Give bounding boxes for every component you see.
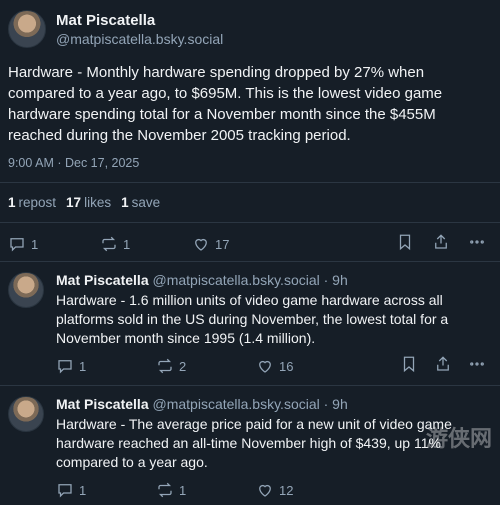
reply-button[interactable]: 1 <box>8 235 100 253</box>
reply-button[interactable]: 1 <box>56 481 156 499</box>
bookmark-button[interactable] <box>396 233 414 256</box>
more-icon <box>470 239 484 244</box>
reply-body: Mat Piscatella @matpiscatella.bsky.socia… <box>56 396 486 505</box>
reply-text: Hardware - The average price paid for a … <box>56 416 452 470</box>
share-button[interactable] <box>434 355 452 378</box>
repost-button[interactable]: 1 <box>100 235 192 253</box>
reply-actions: 1 1 12 <box>56 481 486 505</box>
reply-count: 1 <box>79 358 87 374</box>
saves-stat[interactable]: 1 save <box>121 195 160 210</box>
reply-icon <box>10 238 24 252</box>
reply-header: Mat Piscatella @matpiscatella.bsky.socia… <box>56 396 486 412</box>
repost-button[interactable]: 2 <box>156 357 256 375</box>
repost-icon <box>158 482 172 498</box>
repost-icon <box>102 236 116 252</box>
display-name[interactable]: Mat Piscatella <box>56 12 223 29</box>
repost-count: 2 <box>179 358 187 374</box>
reply-post[interactable]: Mat Piscatella @matpiscatella.bsky.socia… <box>0 262 500 381</box>
like-count: 12 <box>279 482 294 498</box>
repost-count: 1 <box>179 482 187 498</box>
reply-count: 1 <box>31 236 39 252</box>
display-name[interactable]: Mat Piscatella <box>56 272 149 288</box>
like-icon <box>259 360 271 373</box>
avatar[interactable] <box>8 10 46 48</box>
post-actions: 1 1 17 <box>8 223 486 261</box>
like-button[interactable]: 17 <box>192 235 284 253</box>
handle[interactable]: @matpiscatella.bsky.social <box>153 396 320 412</box>
reply-body: Mat Piscatella @matpiscatella.bsky.socia… <box>56 272 486 381</box>
like-button[interactable]: 12 <box>256 481 356 499</box>
timestamp[interactable]: · 9h <box>324 272 348 288</box>
like-icon <box>195 238 207 251</box>
handle[interactable]: @matpiscatella.bsky.social <box>56 31 223 47</box>
repost-icon <box>158 358 172 374</box>
bookmark-icon <box>403 356 415 372</box>
repost-button[interactable]: 1 <box>156 481 256 499</box>
avatar[interactable] <box>8 272 44 308</box>
likes-stat[interactable]: 17 likes <box>66 195 111 210</box>
reply-icon <box>58 484 72 498</box>
more-icon <box>470 361 484 366</box>
share-icon <box>435 233 447 249</box>
reply-icon <box>58 360 72 374</box>
reply-count: 1 <box>79 482 87 498</box>
watermark: 游侠网 <box>425 427 492 452</box>
author-names: Mat Piscatella @matpiscatella.bsky.socia… <box>56 12 223 47</box>
post-text: Hardware - Monthly hardware spending dro… <box>8 64 443 144</box>
reply-actions: 1 2 16 <box>56 355 486 381</box>
author-row: Mat Piscatella @matpiscatella.bsky.socia… <box>8 10 486 48</box>
share-icon <box>437 355 449 371</box>
reply-header: Mat Piscatella @matpiscatella.bsky.socia… <box>56 272 486 288</box>
reply-button[interactable]: 1 <box>56 357 156 375</box>
display-name[interactable]: Mat Piscatella <box>56 396 149 412</box>
like-button[interactable]: 16 <box>256 357 356 375</box>
more-button[interactable] <box>468 355 486 378</box>
reply-text: Hardware - 1.6 million units of video ga… <box>56 292 449 346</box>
bookmark-button[interactable] <box>400 355 418 378</box>
share-button[interactable] <box>432 233 450 256</box>
like-count: 16 <box>279 358 294 374</box>
post-stats: 1 repost 17 likes 1 save <box>8 183 486 210</box>
main-post: Mat Piscatella @matpiscatella.bsky.socia… <box>0 0 500 262</box>
like-icon <box>259 484 271 497</box>
reposts-stat[interactable]: 1 repost <box>8 195 56 210</box>
avatar[interactable] <box>8 396 44 432</box>
repost-count: 1 <box>123 236 131 252</box>
handle[interactable]: @matpiscatella.bsky.social <box>153 272 320 288</box>
timestamp[interactable]: 9:00 AM · Dec 17, 2025 <box>8 156 486 170</box>
more-button[interactable] <box>468 233 486 256</box>
timestamp[interactable]: · 9h <box>324 396 348 412</box>
bookmark-icon <box>399 234 411 250</box>
like-count: 17 <box>215 236 230 252</box>
